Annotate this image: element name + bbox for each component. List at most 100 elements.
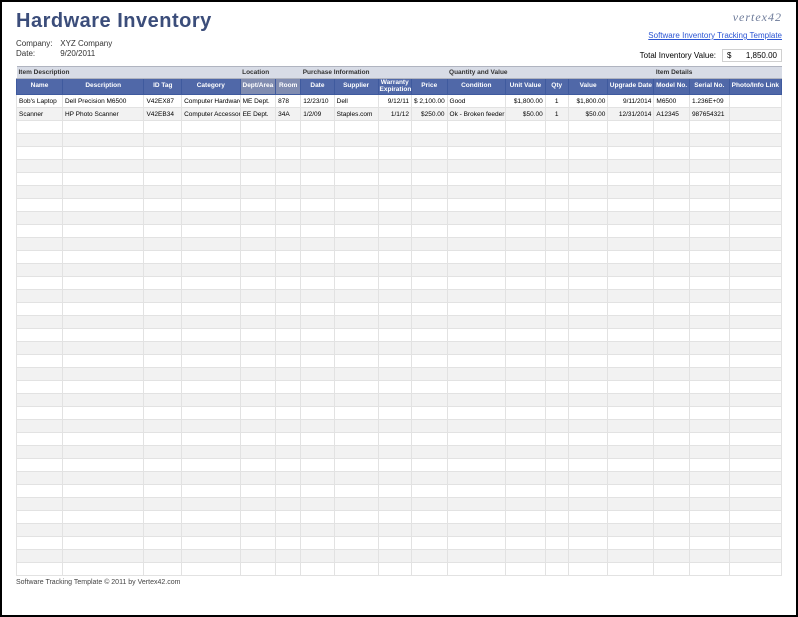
cell-photo[interactable] (729, 238, 781, 251)
cell-category[interactable] (182, 524, 241, 537)
cell-description[interactable] (62, 485, 144, 498)
cell-price[interactable] (411, 433, 447, 446)
cell-price[interactable] (411, 342, 447, 355)
cell-model[interactable] (654, 381, 690, 394)
cell-model[interactable] (654, 394, 690, 407)
cell-room[interactable] (276, 368, 301, 381)
cell-photo[interactable] (729, 537, 781, 550)
cell-model[interactable] (654, 225, 690, 238)
cell-photo[interactable] (729, 433, 781, 446)
cell-dept[interactable] (240, 121, 276, 134)
cell-name[interactable] (17, 550, 63, 563)
cell-id_tag[interactable] (144, 199, 182, 212)
cell-model[interactable] (654, 303, 690, 316)
cell-value[interactable] (568, 238, 608, 251)
cell-model[interactable] (654, 121, 690, 134)
cell-date[interactable] (301, 186, 334, 199)
cell-qty[interactable] (545, 485, 568, 498)
cell-unit_value[interactable] (506, 368, 546, 381)
cell-price[interactable] (411, 524, 447, 537)
cell-description[interactable] (62, 524, 144, 537)
cell-qty[interactable] (545, 277, 568, 290)
cell-unit_value[interactable] (506, 173, 546, 186)
cell-unit_value[interactable] (506, 550, 546, 563)
cell-qty[interactable] (545, 342, 568, 355)
cell-upgrade[interactable] (608, 225, 654, 238)
cell-date[interactable] (301, 368, 334, 381)
cell-unit_value[interactable] (506, 537, 546, 550)
cell-serial[interactable] (689, 290, 729, 303)
cell-name[interactable] (17, 433, 63, 446)
cell-warranty[interactable] (378, 225, 411, 238)
cell-condition[interactable] (447, 511, 506, 524)
cell-id_tag[interactable] (144, 238, 182, 251)
cell-price[interactable] (411, 121, 447, 134)
cell-supplier[interactable] (334, 498, 378, 511)
cell-supplier[interactable] (334, 186, 378, 199)
cell-category[interactable] (182, 147, 241, 160)
cell-description[interactable] (62, 173, 144, 186)
cell-qty[interactable] (545, 316, 568, 329)
cell-photo[interactable] (729, 108, 781, 121)
cell-dept[interactable] (240, 537, 276, 550)
cell-unit_value[interactable] (506, 212, 546, 225)
cell-qty[interactable] (545, 446, 568, 459)
cell-qty[interactable] (545, 498, 568, 511)
cell-room[interactable] (276, 277, 301, 290)
cell-name[interactable] (17, 537, 63, 550)
cell-price[interactable] (411, 134, 447, 147)
cell-category[interactable] (182, 511, 241, 524)
cell-unit_value[interactable] (506, 394, 546, 407)
cell-upgrade[interactable] (608, 446, 654, 459)
cell-photo[interactable] (729, 225, 781, 238)
cell-description[interactable] (62, 238, 144, 251)
cell-upgrade[interactable] (608, 173, 654, 186)
cell-unit_value[interactable] (506, 225, 546, 238)
cell-description[interactable] (62, 498, 144, 511)
cell-description[interactable] (62, 277, 144, 290)
cell-warranty[interactable] (378, 472, 411, 485)
cell-value[interactable] (568, 134, 608, 147)
cell-photo[interactable] (729, 368, 781, 381)
cell-id_tag[interactable] (144, 563, 182, 576)
cell-condition[interactable] (447, 459, 506, 472)
cell-name[interactable] (17, 459, 63, 472)
cell-id_tag[interactable] (144, 342, 182, 355)
cell-upgrade[interactable] (608, 459, 654, 472)
cell-description[interactable] (62, 407, 144, 420)
cell-qty[interactable] (545, 225, 568, 238)
cell-name[interactable] (17, 407, 63, 420)
cell-condition[interactable] (447, 134, 506, 147)
cell-condition[interactable] (447, 238, 506, 251)
cell-value[interactable] (568, 550, 608, 563)
cell-serial[interactable] (689, 563, 729, 576)
cell-qty[interactable] (545, 134, 568, 147)
cell-serial[interactable] (689, 368, 729, 381)
cell-category[interactable] (182, 238, 241, 251)
cell-dept[interactable] (240, 316, 276, 329)
cell-upgrade[interactable] (608, 485, 654, 498)
cell-unit_value[interactable] (506, 355, 546, 368)
cell-warranty[interactable] (378, 134, 411, 147)
cell-serial[interactable] (689, 433, 729, 446)
cell-upgrade[interactable] (608, 498, 654, 511)
cell-price[interactable] (411, 381, 447, 394)
cell-model[interactable] (654, 420, 690, 433)
cell-unit_value[interactable] (506, 433, 546, 446)
cell-name[interactable] (17, 524, 63, 537)
cell-value[interactable] (568, 251, 608, 264)
cell-supplier[interactable] (334, 329, 378, 342)
cell-dept[interactable] (240, 407, 276, 420)
cell-unit_value[interactable] (506, 277, 546, 290)
cell-upgrade[interactable] (608, 472, 654, 485)
cell-date[interactable] (301, 173, 334, 186)
cell-date[interactable] (301, 472, 334, 485)
cell-id_tag[interactable] (144, 225, 182, 238)
cell-name[interactable] (17, 251, 63, 264)
cell-name[interactable] (17, 186, 63, 199)
cell-description[interactable] (62, 147, 144, 160)
cell-price[interactable] (411, 394, 447, 407)
cell-photo[interactable] (729, 95, 781, 108)
cell-category[interactable] (182, 212, 241, 225)
cell-upgrade[interactable] (608, 238, 654, 251)
